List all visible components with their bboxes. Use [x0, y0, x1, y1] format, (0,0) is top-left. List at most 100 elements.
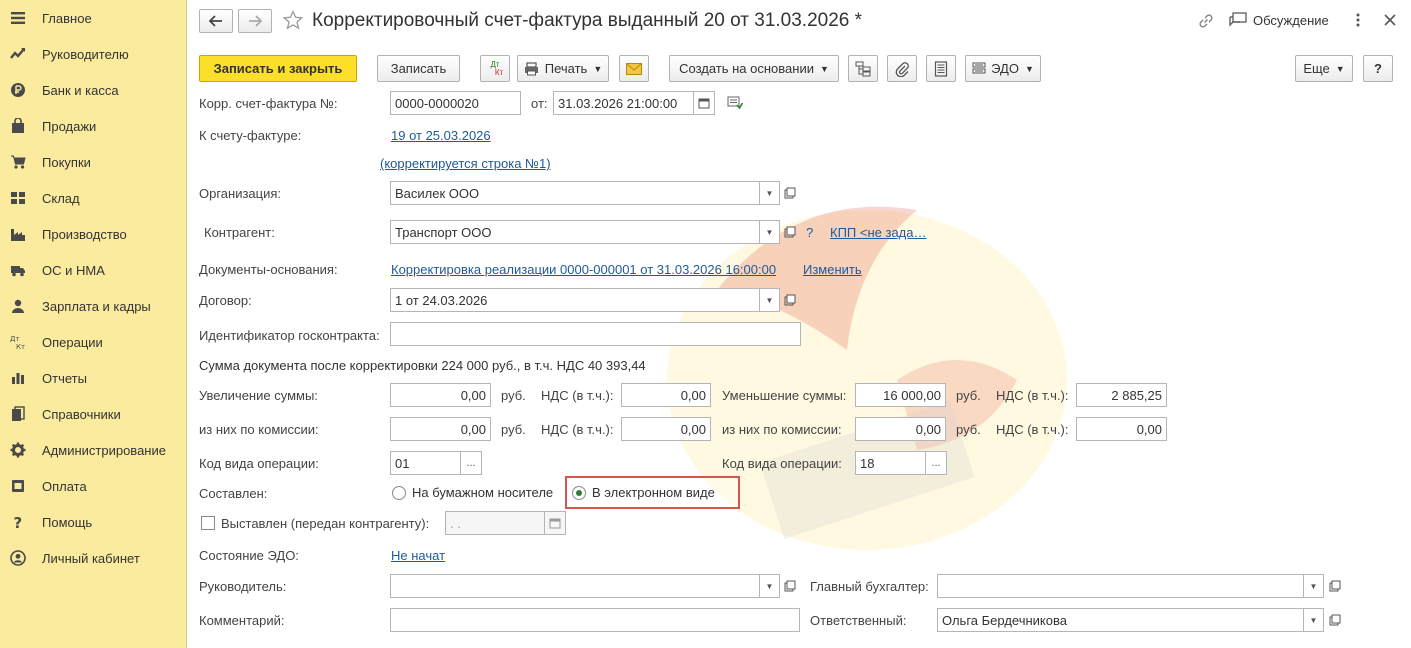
counterparty-input[interactable]: Транспорт ООО: [390, 220, 760, 244]
increase-vat-input[interactable]: 0,00: [621, 383, 711, 407]
email-button[interactable]: [619, 55, 649, 82]
help-button[interactable]: ?: [1363, 55, 1393, 82]
more-vert-icon[interactable]: [1355, 12, 1367, 30]
back-button[interactable]: [199, 9, 233, 33]
chief-accountant-dropdown[interactable]: ▼: [1304, 574, 1324, 598]
counterparty-open-button[interactable]: [780, 220, 800, 244]
favorite-star-icon[interactable]: [282, 9, 305, 32]
corrected-line-link[interactable]: (корректируется строка №1): [380, 156, 551, 171]
sidebar-item-payment[interactable]: Оплата: [0, 468, 187, 504]
comment-input[interactable]: [390, 608, 800, 632]
counterparty-dropdown[interactable]: ▼: [760, 220, 780, 244]
document-sum-text: Сумма документа после корректировки 224 …: [199, 358, 646, 373]
edo-button[interactable]: ЭДО ▼: [965, 55, 1041, 82]
sidebar-item-fixed-assets[interactable]: ОС и НМА: [0, 252, 187, 288]
issued-checkbox[interactable]: [201, 516, 215, 530]
chief-accountant-input[interactable]: [937, 574, 1304, 598]
sidebar-item-account[interactable]: Личный кабинет: [0, 540, 187, 576]
paper-radio[interactable]: [392, 486, 406, 500]
calendar-button[interactable]: [694, 91, 715, 115]
op-code-right-select-button[interactable]: ...: [925, 451, 947, 475]
caret-down-icon: ▼: [1309, 615, 1318, 625]
decrease-vat-label: НДС (в т.ч.):: [996, 388, 1069, 403]
issued-calendar-button[interactable]: [545, 511, 566, 535]
counterparty-help-link[interactable]: ?: [806, 225, 813, 240]
increase-sum-input[interactable]: 0,00: [390, 383, 491, 407]
discussion-button[interactable]: Обсуждение: [1229, 12, 1329, 28]
sidebar-item-purchases[interactable]: Покупки: [0, 144, 187, 180]
structure-button[interactable]: [848, 55, 878, 82]
sidebar-item-salary[interactable]: Зарплата и кадры: [0, 288, 187, 324]
sidebar-item-administration[interactable]: Администрирование: [0, 432, 187, 468]
commission-increase-input[interactable]: 0,00: [390, 417, 491, 441]
close-icon[interactable]: [1383, 13, 1399, 29]
responsible-open-button[interactable]: [1325, 608, 1345, 632]
link-icon[interactable]: [1197, 12, 1217, 32]
sidebar-item-manager[interactable]: Руководителю: [0, 36, 187, 72]
chief-accountant-open-button[interactable]: [1325, 574, 1345, 598]
commission-increase-vat-label: НДС (в т.ч.):: [541, 422, 614, 437]
organization-dropdown[interactable]: ▼: [760, 181, 780, 205]
sidebar-item-warehouse[interactable]: Склад: [0, 180, 187, 216]
commission-increase-vat-input[interactable]: 0,00: [621, 417, 711, 441]
contract-input[interactable]: 1 от 24.03.2026: [390, 288, 760, 312]
open-window-icon: [1329, 580, 1341, 592]
op-code-label: Код вида операции:: [199, 456, 319, 471]
commission-decrease-vat-input[interactable]: 0,00: [1076, 417, 1167, 441]
manager-open-button[interactable]: [780, 574, 800, 598]
to-invoice-link[interactable]: 19 от 25.03.2026: [391, 128, 491, 143]
gear-icon: [10, 442, 26, 458]
manager-dropdown[interactable]: ▼: [760, 574, 780, 598]
responsible-dropdown[interactable]: ▼: [1304, 608, 1324, 632]
electronic-radio[interactable]: [572, 486, 586, 500]
gov-contract-input[interactable]: [390, 322, 801, 346]
issued-date-input[interactable]: . .: [445, 511, 545, 535]
organization-input[interactable]: Василек ООО: [390, 181, 760, 205]
sidebar-item-sales[interactable]: Продажи: [0, 108, 187, 144]
hierarchy-icon: [855, 61, 871, 76]
op-code-right-input[interactable]: 18: [855, 451, 926, 475]
create-based-on-button[interactable]: Создать на основании ▼: [669, 55, 839, 82]
decrease-vat-input[interactable]: 2 885,25: [1076, 383, 1167, 407]
edo-state-link[interactable]: Не начат: [391, 548, 445, 563]
corr-invoice-number-input[interactable]: 0000-0000020: [390, 91, 521, 115]
op-code-left-select-button[interactable]: ...: [460, 451, 482, 475]
sidebar-item-reports[interactable]: Отчеты: [0, 360, 187, 396]
attach-button[interactable]: [887, 55, 917, 82]
sidebar-item-label: ОС и НМА: [42, 262, 105, 278]
report-button[interactable]: [926, 55, 956, 82]
kpp-link[interactable]: КПП <не зада…: [830, 225, 927, 240]
base-documents-link[interactable]: Корректировка реализации 0000-000001 от …: [391, 262, 776, 277]
contract-dropdown[interactable]: ▼: [760, 288, 780, 312]
sidebar-item-production[interactable]: Производство: [0, 216, 187, 252]
sidebar-item-label: Производство: [42, 226, 127, 242]
save-and-close-button[interactable]: Записать и закрыть: [199, 55, 357, 82]
change-link[interactable]: Изменить: [803, 262, 862, 277]
sidebar-item-label: Отчеты: [42, 370, 87, 386]
sidebar-item-help[interactable]: ? Помощь: [0, 504, 187, 540]
contract-open-button[interactable]: [780, 288, 800, 312]
organization-open-button[interactable]: [780, 181, 800, 205]
sidebar: Главное Руководителю Банк и касса Продаж…: [0, 0, 187, 648]
sidebar-item-operations[interactable]: Дт Кт Операции: [0, 324, 187, 360]
registry-icon[interactable]: [727, 96, 744, 110]
shopping-bag-icon: [10, 118, 26, 134]
rub-label: руб.: [956, 388, 981, 403]
save-button[interactable]: Записать: [377, 55, 460, 82]
manager-input[interactable]: [390, 574, 760, 598]
sidebar-item-main[interactable]: Главное: [0, 0, 187, 36]
sidebar-item-bank[interactable]: Банк и касса: [0, 72, 187, 108]
commission-decrease-input[interactable]: 0,00: [855, 417, 946, 441]
dt-kt-button[interactable]: Дт Кт: [480, 55, 510, 82]
op-code-left-input[interactable]: 01: [390, 451, 461, 475]
menu-icon: [10, 10, 26, 26]
sidebar-item-directories[interactable]: Справочники: [0, 396, 187, 432]
decrease-sum-input[interactable]: 16 000,00: [855, 383, 946, 407]
forward-button[interactable]: [238, 9, 272, 33]
increase-vat-label: НДС (в т.ч.):: [541, 388, 614, 403]
caret-down-icon: ▼: [593, 63, 603, 74]
more-button[interactable]: Еще ▼: [1295, 55, 1353, 82]
from-date-input[interactable]: 31.03.2026 21:00:00: [553, 91, 694, 115]
print-button[interactable]: Печать ▼: [517, 55, 609, 82]
responsible-input[interactable]: Ольга Бердечникова: [937, 608, 1304, 632]
